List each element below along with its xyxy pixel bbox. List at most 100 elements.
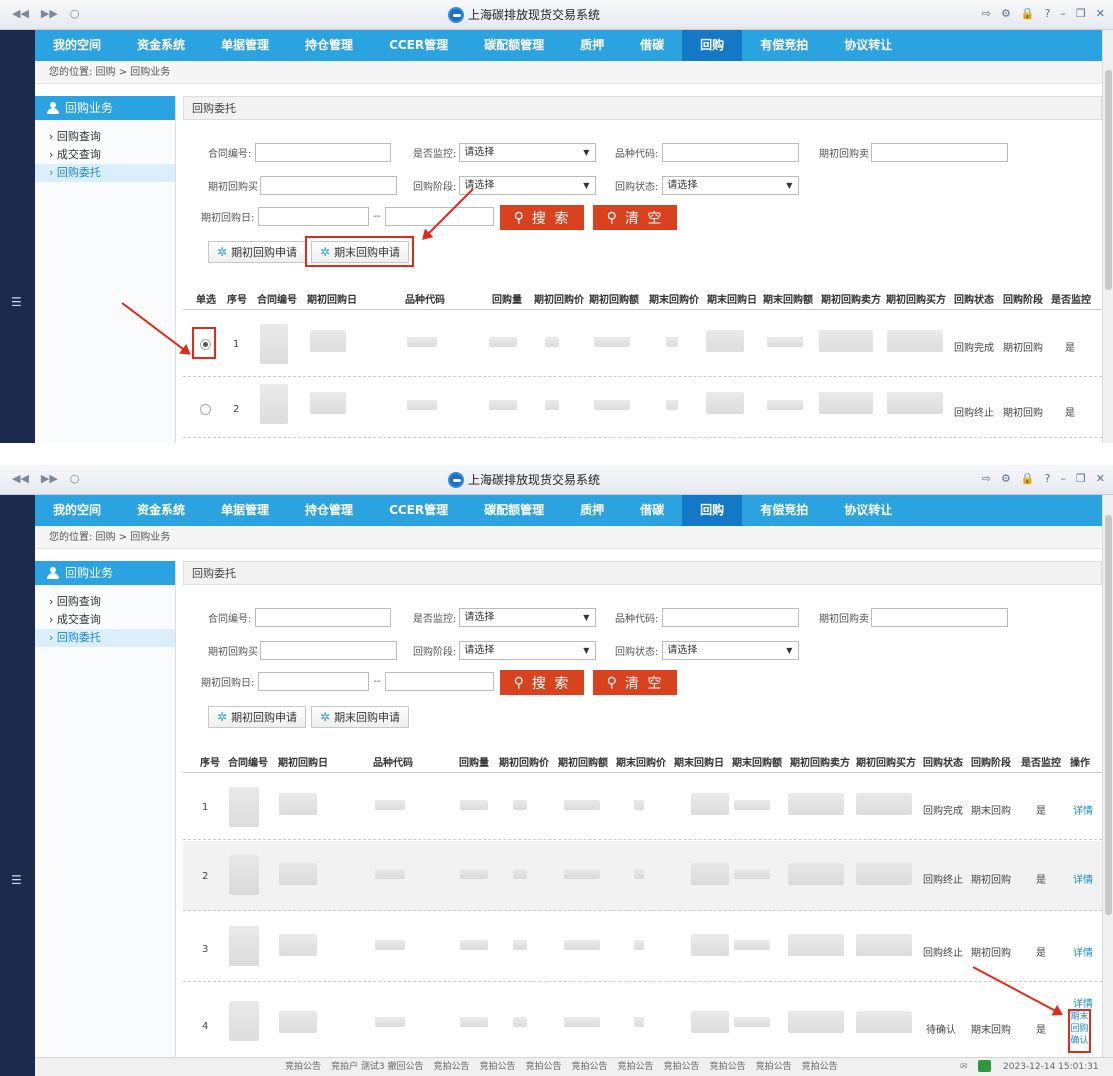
- end-repo-apply-button[interactable]: ✲ 期末回购申请: [311, 241, 410, 263]
- nav-agreement[interactable]: 协议转让: [826, 30, 910, 61]
- table-row[interactable]: 2 回购终止 期初回购 是 详情: [183, 841, 1102, 911]
- notice-link[interactable]: 竞拍公告: [433, 1058, 469, 1076]
- nav-repo[interactable]: 回购: [682, 30, 743, 61]
- initial-buyer-input[interactable]: [260, 641, 397, 660]
- contract-no-input[interactable]: [255, 608, 392, 627]
- nav-positions[interactable]: 持仓管理: [287, 495, 371, 526]
- titlebar-right-controls[interactable]: ⇨ ⚙ 🔒 ? – ❐ ✕: [982, 7, 1105, 20]
- table-row[interactable]: 2 回购终止 期初回购 是: [183, 378, 1102, 438]
- refresh-icon[interactable]: ○: [70, 7, 80, 20]
- monitored-select[interactable]: 请选择 ▼: [459, 143, 597, 162]
- help-icon[interactable]: ?: [1045, 7, 1051, 20]
- gear-icon[interactable]: ⚙: [1001, 472, 1011, 485]
- sidebar-item-deal-query[interactable]: › 成交查询: [35, 146, 175, 164]
- clear-button[interactable]: ⚲ 清 空: [593, 205, 677, 230]
- titlebar-left-controls[interactable]: ◀◀ ▶▶ ○: [12, 7, 79, 20]
- nav-borrow[interactable]: 借碳: [622, 30, 682, 61]
- initial-repo-apply-button[interactable]: ✲ 期初回购申请: [208, 241, 307, 263]
- titlebar-right-controls[interactable]: ⇨ ⚙ 🔒 ? – ❐ ✕: [982, 472, 1105, 485]
- sidebar-item-repo-query[interactable]: › 回购查询: [35, 593, 175, 611]
- back-icon[interactable]: ◀◀: [12, 7, 29, 20]
- nav-my-space[interactable]: 我的空间: [35, 495, 119, 526]
- notice-link[interactable]: 竞拍公告: [802, 1058, 838, 1076]
- sidebar-item-repo-order[interactable]: › 回购委托: [35, 629, 175, 647]
- notice-link[interactable]: 竞拍公告: [664, 1058, 700, 1076]
- restore-icon[interactable]: ❐: [1076, 472, 1086, 485]
- notice-link[interactable]: 竞拍公告: [756, 1058, 792, 1076]
- notice-link[interactable]: 竞拍公告: [526, 1058, 562, 1076]
- monitored-select[interactable]: 请选择 ▼: [459, 608, 597, 627]
- table-row[interactable]: 3 回购终止 期初回购 是 详情: [183, 912, 1102, 982]
- nav-ccer[interactable]: CCER管理: [371, 495, 466, 526]
- search-button[interactable]: ⚲ 搜 索: [500, 205, 584, 230]
- product-code-input[interactable]: [662, 608, 800, 627]
- nav-quota[interactable]: 碳配额管理: [466, 30, 562, 61]
- close-icon[interactable]: ✕: [1096, 7, 1105, 20]
- initial-seller-input[interactable]: [871, 143, 1008, 162]
- minimize-icon[interactable]: –: [1060, 7, 1066, 20]
- nav-my-space[interactable]: 我的空间: [35, 30, 119, 61]
- nav-auction[interactable]: 有偿竞拍: [742, 30, 826, 61]
- nav-agreement[interactable]: 协议转让: [826, 495, 910, 526]
- clear-button[interactable]: ⚲ 清 空: [593, 670, 677, 695]
- forward-icon[interactable]: ▶▶: [41, 7, 58, 20]
- scrollbar[interactable]: [1102, 30, 1113, 443]
- nav-positions[interactable]: 持仓管理: [287, 30, 371, 61]
- nav-documents[interactable]: 单据管理: [203, 495, 287, 526]
- initial-repo-apply-button[interactable]: ✲ 期初回购申请: [208, 706, 307, 728]
- details-link[interactable]: 详情: [1073, 871, 1093, 886]
- details-link[interactable]: 详情: [1073, 944, 1093, 959]
- titlebar-left-controls[interactable]: ◀◀ ▶▶ ○: [12, 472, 79, 485]
- menu-toggle-icon[interactable]: ☰: [11, 296, 24, 309]
- minimize-icon[interactable]: –: [1060, 472, 1066, 485]
- repo-stage-select[interactable]: 请选择 ▼: [459, 176, 597, 195]
- table-row[interactable]: 4 待确认 期末回购 是 详情 期末 回购 确认: [183, 983, 1102, 1053]
- scrollbar[interactable]: [1102, 495, 1113, 1076]
- repo-status-select[interactable]: 请选择 ▼: [662, 641, 800, 660]
- nav-borrow[interactable]: 借碳: [622, 495, 682, 526]
- nav-quota[interactable]: 碳配额管理: [466, 495, 562, 526]
- menu-toggle-icon[interactable]: ☰: [11, 874, 24, 887]
- nav-auction[interactable]: 有偿竞拍: [742, 495, 826, 526]
- logout-icon[interactable]: ⇨: [982, 472, 991, 485]
- sidebar-item-repo-query[interactable]: › 回购查询: [35, 128, 175, 146]
- initial-date-end[interactable]: [384, 672, 494, 691]
- lock-icon[interactable]: 🔒: [1021, 472, 1035, 485]
- sidebar-item-deal-query[interactable]: › 成交查询: [35, 611, 175, 629]
- notice-link[interactable]: 竞拍公告: [479, 1058, 515, 1076]
- sidebar-item-repo-order[interactable]: › 回购委托: [35, 164, 175, 182]
- initial-date-start[interactable]: [258, 207, 370, 226]
- restore-icon[interactable]: ❐: [1076, 7, 1086, 20]
- nav-pledge[interactable]: 质押: [562, 495, 622, 526]
- nav-pledge[interactable]: 质押: [562, 30, 622, 61]
- gear-icon[interactable]: ⚙: [1001, 7, 1011, 20]
- nav-funds[interactable]: 资金系统: [119, 30, 203, 61]
- row-radio[interactable]: [200, 339, 211, 350]
- row-radio[interactable]: [200, 404, 211, 415]
- lock-icon[interactable]: 🔒: [1021, 7, 1035, 20]
- table-row[interactable]: 1 回购完成 期末回购 是 详情: [183, 773, 1102, 840]
- mail-icon[interactable]: ✉: [960, 1058, 968, 1076]
- help-icon[interactable]: ?: [1045, 472, 1051, 485]
- nav-documents[interactable]: 单据管理: [203, 30, 287, 61]
- product-code-input[interactable]: [662, 143, 800, 162]
- forward-icon[interactable]: ▶▶: [41, 472, 58, 485]
- notice-link[interactable]: 竞拍公告: [285, 1058, 321, 1076]
- nav-funds[interactable]: 资金系统: [119, 495, 203, 526]
- notice-link[interactable]: 竞拍公告: [572, 1058, 608, 1076]
- logout-icon[interactable]: ⇨: [982, 7, 991, 20]
- initial-seller-input[interactable]: [871, 608, 1008, 627]
- repo-stage-select[interactable]: 请选择 ▼: [459, 641, 597, 660]
- table-row[interactable]: 1 回购完成 期初回购 是: [183, 310, 1102, 377]
- end-repo-apply-button[interactable]: ✲ 期末回购申请: [311, 706, 410, 728]
- search-button[interactable]: ⚲ 搜 索: [500, 670, 584, 695]
- notice-link[interactable]: 竞拍户 测试3 撤回公告: [331, 1058, 423, 1076]
- end-repo-confirm-link[interactable]: 期末 回购 确认: [1068, 1009, 1091, 1053]
- details-link[interactable]: 详情: [1073, 995, 1093, 1010]
- back-icon[interactable]: ◀◀: [12, 472, 29, 485]
- refresh-icon[interactable]: ○: [70, 472, 80, 485]
- initial-date-start[interactable]: [258, 672, 370, 691]
- notice-link[interactable]: 竞拍公告: [710, 1058, 746, 1076]
- close-icon[interactable]: ✕: [1096, 472, 1105, 485]
- nav-ccer[interactable]: CCER管理: [371, 30, 466, 61]
